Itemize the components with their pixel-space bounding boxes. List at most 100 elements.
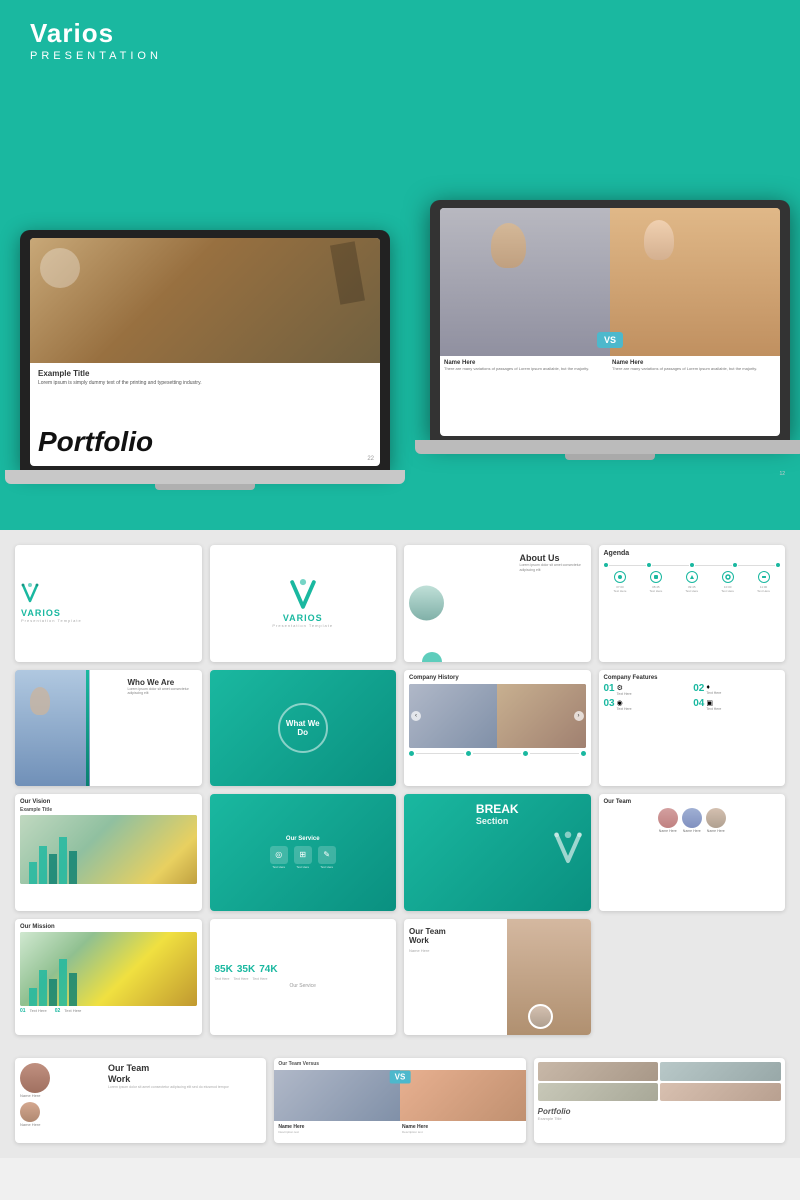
versus-badge: VS (390, 1070, 411, 1083)
slide-agenda[interactable]: Agenda 07:00 Text Here (599, 545, 786, 662)
agenda-line-3 (695, 565, 732, 566)
feature-icon-3: ◉ (617, 699, 632, 707)
versus-left-photo (274, 1070, 400, 1121)
history-image: ‹ › (409, 684, 586, 748)
feature-item-4: 04 ▣ Text Here (693, 699, 780, 711)
agenda-item-4: 10:00 Text Here (711, 571, 744, 593)
slide-our-service-1[interactable]: Our Service ◎ Text Here ⊞ Text Here ✎ Te… (210, 794, 397, 911)
agenda-dot-2 (647, 563, 651, 567)
versus-person-right: Name Here Description text (402, 1124, 522, 1134)
slide-who-we-are[interactable]: Who We Are Lorem ipsum dolor sit amet co… (15, 670, 202, 787)
service-item-1: ◎ Text Here (270, 846, 288, 869)
laptop-base (5, 470, 405, 484)
vs-badge: VS (597, 332, 623, 348)
vs-person-left: Name Here There are many variations of p… (444, 360, 608, 432)
laptop-right: VS Name Here There are many variations o… (430, 200, 790, 480)
vision-title: Our Vision (20, 799, 197, 805)
vs-left-photo (440, 208, 610, 356)
mission-image (20, 932, 197, 1007)
service-icon-sym-2: ⊞ (299, 850, 306, 859)
history-arrow-left[interactable]: ‹ (411, 711, 421, 721)
portfolio-img-3 (538, 1083, 659, 1101)
agenda-items: 07:00 Text Here 08:45 Text Here 09:45 Te… (604, 571, 781, 593)
what-circle: What We Do (278, 703, 328, 753)
who-bg-photo (15, 670, 90, 787)
versus-desc-left: Description text (278, 1130, 398, 1134)
mission-title: Our Mission (20, 924, 197, 930)
slide-break-section[interactable]: BREAK Section (404, 794, 591, 911)
who-desc: Lorem ipsum dolor sit amet consectetur a… (128, 687, 198, 697)
agenda-dot-1 (604, 563, 608, 567)
brand-title: Varios (30, 18, 162, 49)
feature-item-3: 03 ◉ Text Here (604, 699, 691, 711)
service-icon-sym-1: ◎ (275, 850, 282, 859)
laptop-right-screen-inner: VS Name Here There are many variations o… (440, 208, 780, 436)
laptop-right-base (415, 440, 800, 454)
stat-3: 74K (259, 964, 277, 975)
bottom-teamwork-large[interactable]: Name Here Name Here Our TeamWork Lorem i… (15, 1058, 266, 1143)
slide-what-we-do[interactable]: What We Do (210, 670, 397, 787)
mission-label-1: Text Here (30, 1008, 47, 1014)
who-accent-line (86, 670, 89, 787)
team-member-1: Name Here (658, 808, 678, 833)
laptop-left-screen: Example Title Lorem ipsum is simply dumm… (20, 230, 390, 470)
history-arrow-right[interactable]: › (574, 711, 584, 721)
slide-stats[interactable]: 85K 35K 74K Text Here Text Here Text Her… (210, 919, 397, 1036)
agenda-title: Agenda (604, 550, 781, 557)
agenda-icon-4 (722, 571, 734, 583)
portfolio-subtitle: Example Title (538, 1116, 781, 1121)
agenda-text-2: Text Here (649, 589, 662, 593)
vs-screen: VS Name Here There are many variations o… (440, 208, 780, 436)
versus-desc-right: Description text (402, 1130, 522, 1134)
about-text: About Us Lorem ipsum dolor sit amet cons… (520, 553, 585, 573)
stats-row: 85K 35K 74K (215, 964, 392, 975)
team-name-2: Name Here (683, 829, 701, 833)
slide-about-us[interactable]: About Us Lorem ipsum dolor sit amet cons… (404, 545, 591, 662)
service-icon-box-3: ✎ (318, 846, 336, 864)
screen-image-area (30, 238, 380, 363)
slide-number: 22 (367, 456, 374, 462)
bottom-portfolio[interactable]: Portfolio Example Title (534, 1058, 785, 1143)
agenda-timeline (604, 563, 781, 567)
slide-our-teamwork[interactable]: Our TeamWork Name Here (404, 919, 591, 1036)
mission-label-2: Text Here (64, 1008, 81, 1014)
bottom-grid: Name Here Name Here Our TeamWork Lorem i… (0, 1050, 800, 1158)
stat-labels: Text Here Text Here Text Here (215, 977, 392, 981)
service-title-1: Our Service (286, 836, 320, 842)
laptop-left-screen-inner: Example Title Lorem ipsum is simply dumm… (30, 238, 380, 466)
slide-our-team[interactable]: Our Team Name Here Name Here Name Here (599, 794, 786, 911)
service-item-2: ⊞ Text Here (294, 846, 312, 869)
feature-text-1: Text Here (617, 692, 632, 696)
teamwork-name: Name Here (409, 948, 446, 953)
portfolio-img-4 (660, 1083, 781, 1101)
feature-icon-4: ▣ (706, 699, 721, 707)
feature-num-4: 04 (693, 699, 704, 709)
slide-company-history[interactable]: Company History ‹ › (404, 670, 591, 787)
btw-right: Our TeamWork Lorem ipsum dolor sit amet … (103, 1058, 266, 1143)
btw-desc: Lorem ipsum dolor sit amet consectetur a… (108, 1085, 261, 1090)
history-timeline (409, 751, 586, 756)
bottom-team-versus[interactable]: Our Team Versus VS Name Here Description… (274, 1058, 525, 1143)
slide-varios-logo[interactable]: VARIOS Presentation Template (15, 545, 202, 662)
service-label-1: Text Here (272, 865, 285, 869)
header-section: Varios PRESENTATION Example Title Lorem … (0, 0, 800, 530)
btw-title: Our TeamWork (108, 1063, 261, 1085)
feature-num-1: 01 (604, 684, 615, 694)
btw-name-2: Name Here (20, 1122, 98, 1127)
varios-logo-icon (21, 583, 39, 605)
break-text: BREAK (476, 802, 519, 816)
laptop-right-screen: VS Name Here There are many variations o… (430, 200, 790, 440)
slide-company-features[interactable]: Company Features 01 ⚙ Text Here 02 ♦ Tex… (599, 670, 786, 787)
service-icons: ◎ Text Here ⊞ Text Here ✎ Text Here (270, 846, 336, 869)
varios-center-icon (289, 579, 317, 613)
portfolio-bottom: Portfolio Example Title (534, 1105, 785, 1123)
slide-our-mission[interactable]: Our Mission 01 Text Here 02 Text Here (15, 919, 202, 1036)
feature-text-3: Text Here (617, 707, 632, 711)
team-member-3: Name Here (706, 808, 726, 833)
teamwork-content: Our TeamWork Name Here (409, 927, 446, 953)
agenda-dot-5 (776, 563, 780, 567)
slide-varios-center[interactable]: VARIOS Presentation Template (210, 545, 397, 662)
stat-1: 85K (215, 964, 233, 975)
slide-our-vision[interactable]: Our Vision Example Title (15, 794, 202, 911)
portfolio-images-grid (534, 1058, 785, 1105)
